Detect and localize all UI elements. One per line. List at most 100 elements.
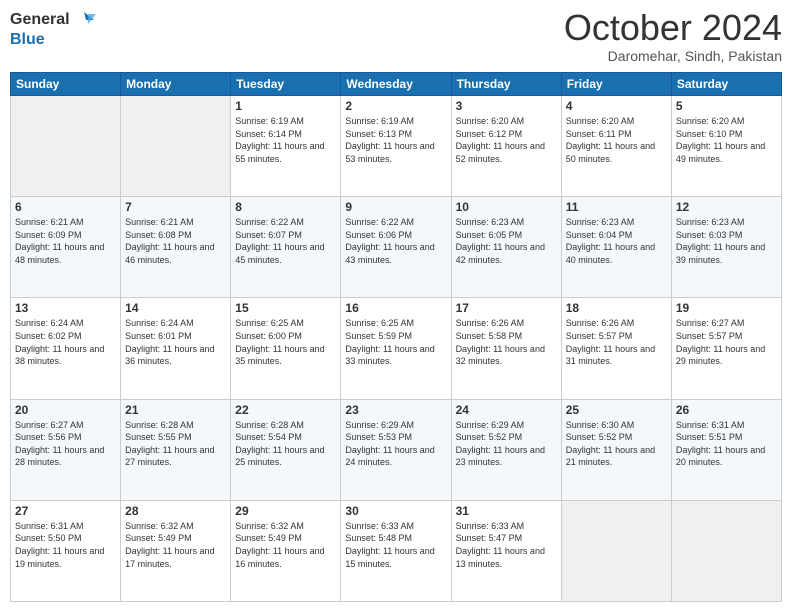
sunset: Sunset: 5:56 PM (15, 431, 116, 444)
table-row: 8 Sunrise: 6:22 AM Sunset: 6:07 PM Dayli… (231, 197, 341, 298)
day-info: Sunrise: 6:28 AM Sunset: 5:54 PM Dayligh… (235, 419, 336, 469)
sunset: Sunset: 6:01 PM (125, 330, 226, 343)
sunset: Sunset: 6:06 PM (345, 229, 446, 242)
sunset: Sunset: 5:57 PM (676, 330, 777, 343)
daylight: Daylight: 11 hours and 20 minutes. (676, 444, 777, 469)
sunrise: Sunrise: 6:25 AM (345, 317, 446, 330)
day-number: 12 (676, 200, 777, 214)
day-number: 23 (345, 403, 446, 417)
daylight: Daylight: 11 hours and 21 minutes. (566, 444, 667, 469)
sunrise: Sunrise: 6:32 AM (125, 520, 226, 533)
sunset: Sunset: 6:11 PM (566, 128, 667, 141)
daylight: Daylight: 11 hours and 19 minutes. (15, 545, 116, 570)
sunrise: Sunrise: 6:31 AM (676, 419, 777, 432)
sunset: Sunset: 5:50 PM (15, 532, 116, 545)
daylight: Daylight: 11 hours and 35 minutes. (235, 343, 336, 368)
sunrise: Sunrise: 6:24 AM (125, 317, 226, 330)
table-row: 25 Sunrise: 6:30 AM Sunset: 5:52 PM Dayl… (561, 399, 671, 500)
sunrise: Sunrise: 6:20 AM (566, 115, 667, 128)
day-info: Sunrise: 6:19 AM Sunset: 6:13 PM Dayligh… (345, 115, 446, 165)
table-row: 27 Sunrise: 6:31 AM Sunset: 5:50 PM Dayl… (11, 500, 121, 601)
day-number: 3 (456, 99, 557, 113)
sunrise: Sunrise: 6:24 AM (15, 317, 116, 330)
day-info: Sunrise: 6:31 AM Sunset: 5:50 PM Dayligh… (15, 520, 116, 570)
calendar-week-row: 1 Sunrise: 6:19 AM Sunset: 6:14 PM Dayli… (11, 96, 782, 197)
table-row: 3 Sunrise: 6:20 AM Sunset: 6:12 PM Dayli… (451, 96, 561, 197)
table-row: 22 Sunrise: 6:28 AM Sunset: 5:54 PM Dayl… (231, 399, 341, 500)
day-number: 30 (345, 504, 446, 518)
table-row: 6 Sunrise: 6:21 AM Sunset: 6:09 PM Dayli… (11, 197, 121, 298)
sunset: Sunset: 6:08 PM (125, 229, 226, 242)
sunset: Sunset: 5:58 PM (456, 330, 557, 343)
day-number: 13 (15, 301, 116, 315)
day-info: Sunrise: 6:23 AM Sunset: 6:03 PM Dayligh… (676, 216, 777, 266)
day-number: 29 (235, 504, 336, 518)
day-info: Sunrise: 6:22 AM Sunset: 6:07 PM Dayligh… (235, 216, 336, 266)
daylight: Daylight: 11 hours and 13 minutes. (456, 545, 557, 570)
sunset: Sunset: 6:13 PM (345, 128, 446, 141)
day-number: 18 (566, 301, 667, 315)
page: General Blue October 2024 Daromehar, Sin… (0, 0, 792, 612)
daylight: Daylight: 11 hours and 23 minutes. (456, 444, 557, 469)
sunrise: Sunrise: 6:29 AM (345, 419, 446, 432)
day-number: 5 (676, 99, 777, 113)
table-row: 18 Sunrise: 6:26 AM Sunset: 5:57 PM Dayl… (561, 298, 671, 399)
sunrise: Sunrise: 6:26 AM (456, 317, 557, 330)
day-info: Sunrise: 6:31 AM Sunset: 5:51 PM Dayligh… (676, 419, 777, 469)
day-number: 25 (566, 403, 667, 417)
day-info: Sunrise: 6:20 AM Sunset: 6:11 PM Dayligh… (566, 115, 667, 165)
sunrise: Sunrise: 6:19 AM (345, 115, 446, 128)
table-row: 5 Sunrise: 6:20 AM Sunset: 6:10 PM Dayli… (671, 96, 781, 197)
sunset: Sunset: 5:49 PM (235, 532, 336, 545)
day-number: 19 (676, 301, 777, 315)
table-row: 20 Sunrise: 6:27 AM Sunset: 5:56 PM Dayl… (11, 399, 121, 500)
sunrise: Sunrise: 6:20 AM (456, 115, 557, 128)
sunrise: Sunrise: 6:22 AM (235, 216, 336, 229)
day-info: Sunrise: 6:32 AM Sunset: 5:49 PM Dayligh… (235, 520, 336, 570)
sunrise: Sunrise: 6:28 AM (235, 419, 336, 432)
table-row: 30 Sunrise: 6:33 AM Sunset: 5:48 PM Dayl… (341, 500, 451, 601)
sunset: Sunset: 6:12 PM (456, 128, 557, 141)
table-row (561, 500, 671, 601)
day-number: 27 (15, 504, 116, 518)
day-number: 4 (566, 99, 667, 113)
sunset: Sunset: 5:57 PM (566, 330, 667, 343)
day-number: 10 (456, 200, 557, 214)
daylight: Daylight: 11 hours and 48 minutes. (15, 241, 116, 266)
sunrise: Sunrise: 6:29 AM (456, 419, 557, 432)
table-row: 12 Sunrise: 6:23 AM Sunset: 6:03 PM Dayl… (671, 197, 781, 298)
daylight: Daylight: 11 hours and 52 minutes. (456, 140, 557, 165)
day-number: 31 (456, 504, 557, 518)
table-row: 4 Sunrise: 6:20 AM Sunset: 6:11 PM Dayli… (561, 96, 671, 197)
daylight: Daylight: 11 hours and 29 minutes. (676, 343, 777, 368)
sunrise: Sunrise: 6:27 AM (676, 317, 777, 330)
sunset: Sunset: 5:55 PM (125, 431, 226, 444)
col-saturday: Saturday (671, 73, 781, 96)
month-title: October 2024 (564, 10, 782, 46)
col-sunday: Sunday (11, 73, 121, 96)
sunset: Sunset: 5:52 PM (456, 431, 557, 444)
day-info: Sunrise: 6:26 AM Sunset: 5:57 PM Dayligh… (566, 317, 667, 367)
sunrise: Sunrise: 6:32 AM (235, 520, 336, 533)
daylight: Daylight: 11 hours and 53 minutes. (345, 140, 446, 165)
day-info: Sunrise: 6:32 AM Sunset: 5:49 PM Dayligh… (125, 520, 226, 570)
day-info: Sunrise: 6:33 AM Sunset: 5:47 PM Dayligh… (456, 520, 557, 570)
table-row: 17 Sunrise: 6:26 AM Sunset: 5:58 PM Dayl… (451, 298, 561, 399)
sunset: Sunset: 5:53 PM (345, 431, 446, 444)
calendar-week-row: 6 Sunrise: 6:21 AM Sunset: 6:09 PM Dayli… (11, 197, 782, 298)
day-info: Sunrise: 6:22 AM Sunset: 6:06 PM Dayligh… (345, 216, 446, 266)
sunset: Sunset: 6:10 PM (676, 128, 777, 141)
day-info: Sunrise: 6:29 AM Sunset: 5:53 PM Dayligh… (345, 419, 446, 469)
col-friday: Friday (561, 73, 671, 96)
sunset: Sunset: 5:54 PM (235, 431, 336, 444)
table-row (671, 500, 781, 601)
sunset: Sunset: 5:48 PM (345, 532, 446, 545)
table-row: 31 Sunrise: 6:33 AM Sunset: 5:47 PM Dayl… (451, 500, 561, 601)
sunset: Sunset: 5:52 PM (566, 431, 667, 444)
logo-blue: Blue (10, 30, 96, 49)
day-info: Sunrise: 6:19 AM Sunset: 6:14 PM Dayligh… (235, 115, 336, 165)
table-row: 7 Sunrise: 6:21 AM Sunset: 6:08 PM Dayli… (121, 197, 231, 298)
calendar-week-row: 13 Sunrise: 6:24 AM Sunset: 6:02 PM Dayl… (11, 298, 782, 399)
day-info: Sunrise: 6:27 AM Sunset: 5:56 PM Dayligh… (15, 419, 116, 469)
sunset: Sunset: 6:07 PM (235, 229, 336, 242)
